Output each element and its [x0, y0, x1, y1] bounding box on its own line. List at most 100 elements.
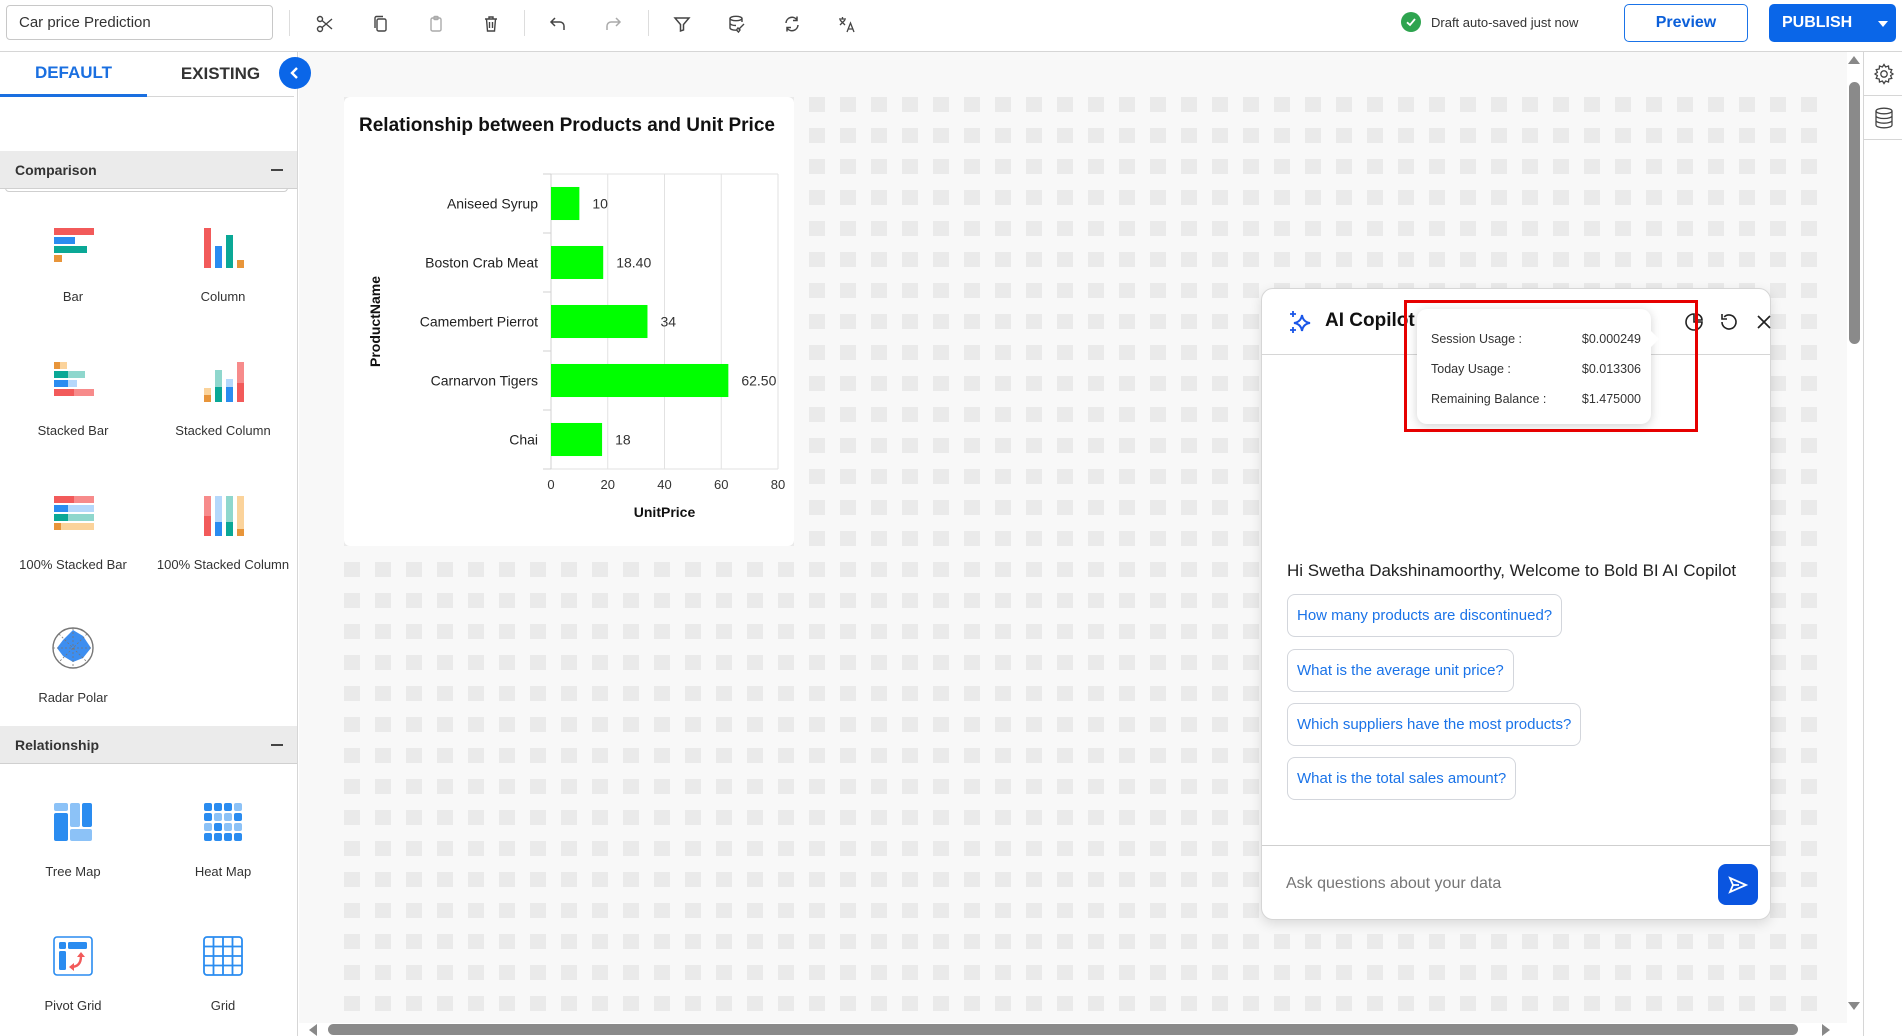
x-tick-label: 40: [657, 477, 671, 492]
widget-radar-polar[interactable]: Radar Polar: [3, 626, 143, 706]
data-source-button[interactable]: [1864, 96, 1902, 140]
usage-row-today: Today Usage : $0.013306: [1431, 362, 1641, 376]
dashboard-title-input[interactable]: [6, 5, 273, 40]
ask-question-input[interactable]: [1286, 866, 1706, 902]
toolbar-divider: [648, 10, 649, 36]
x-tick-label: 0: [547, 477, 554, 492]
sparkle-icon: [1290, 311, 1311, 333]
send-icon: [1728, 875, 1749, 894]
y-axis-title: ProductName: [367, 276, 383, 367]
cut-icon: [316, 15, 333, 33]
usage-label: Session Usage :: [1431, 332, 1523, 346]
toolbar-divider: [524, 10, 525, 36]
tab-default[interactable]: DEFAULT: [0, 52, 147, 97]
usage-value: $0.000249: [1581, 332, 1641, 346]
widget-column[interactable]: Column: [153, 225, 293, 305]
collapse-minus-icon[interactable]: [271, 169, 283, 171]
suggestion-chip[interactable]: Which suppliers have the most products?: [1287, 703, 1582, 746]
publish-button[interactable]: PUBLISH: [1769, 4, 1896, 42]
bar: [551, 422, 603, 457]
stacked-bar-icon: [54, 362, 94, 396]
y-tick-label: Boston Crab Meat: [425, 255, 538, 271]
data-label: 34: [660, 314, 676, 330]
undo-icon: [549, 17, 565, 30]
widget-pivot-grid[interactable]: Pivot Grid: [3, 934, 143, 1014]
usage-tooltip: Session Usage : $0.000249 Today Usage : …: [1417, 309, 1659, 424]
suggestion-chip[interactable]: What is the average unit price?: [1287, 649, 1514, 692]
paste-button[interactable]: [422, 10, 450, 38]
usage-label: Remaining Balance :: [1431, 392, 1547, 406]
widget-grid[interactable]: Grid: [153, 934, 293, 1014]
refresh-icon: [785, 16, 799, 32]
scroll-right-arrow-icon[interactable]: [1822, 1024, 1830, 1036]
send-button[interactable]: [1718, 864, 1758, 905]
gear-icon: [1873, 62, 1894, 85]
data-clean-icon: [729, 15, 745, 34]
widget-bar[interactable]: Bar: [3, 225, 143, 305]
filter-button[interactable]: [668, 10, 696, 38]
x-tick-label: 60: [714, 477, 728, 492]
translate-icon: [839, 17, 855, 33]
suggestion-chip[interactable]: How many products are discontinued?: [1287, 594, 1563, 637]
redo-icon: [606, 17, 622, 30]
suggestion-chip[interactable]: What is the total sales amount?: [1287, 757, 1517, 800]
collapse-sidebar-button[interactable]: [279, 57, 311, 89]
design-canvas[interactable]: Relationship between Products and Unit P…: [299, 52, 1847, 1023]
full-stacked-column-icon: [204, 496, 244, 536]
welcome-message: Hi Swetha Dakshinamoorthy, Welcome to Bo…: [1287, 561, 1737, 580]
data-label: 10: [592, 196, 608, 212]
chevron-down-icon[interactable]: [1878, 21, 1888, 27]
copy-button[interactable]: [367, 10, 395, 38]
section-title: Comparison: [15, 161, 97, 178]
scroll-left-arrow-icon[interactable]: [309, 1024, 317, 1036]
vertical-scrollbar-thumb[interactable]: [1849, 82, 1860, 344]
usage-value: $0.013306: [1581, 362, 1641, 376]
tab-existing[interactable]: EXISTING: [147, 52, 294, 97]
properties-rail: [1863, 52, 1902, 1036]
x-tick-label: 80: [771, 477, 785, 492]
usage-icon[interactable]: [1683, 311, 1705, 333]
y-tick-label: Carnarvon Tigers: [431, 373, 538, 389]
draft-status-text: Draft auto-saved just now: [1431, 14, 1579, 30]
bar: [551, 363, 729, 398]
delete-icon: [485, 16, 497, 32]
refresh-button[interactable]: [778, 10, 806, 38]
bar-chart-icon: [54, 228, 94, 262]
scroll-up-arrow-icon[interactable]: [1848, 56, 1860, 64]
delete-button[interactable]: [477, 10, 505, 38]
scroll-down-arrow-icon[interactable]: [1848, 1002, 1860, 1010]
draft-status: Draft auto-saved just now: [1401, 12, 1578, 32]
reset-icon[interactable]: [1718, 311, 1740, 333]
widget-tree-map[interactable]: Tree Map: [3, 800, 143, 880]
data-label: 18.40: [616, 255, 651, 271]
widget-100-stacked-column[interactable]: 100% Stacked Column: [153, 493, 293, 573]
section-comparison[interactable]: Comparison: [0, 151, 297, 189]
redo-button[interactable]: [599, 10, 627, 38]
section-title: Relationship: [15, 736, 100, 753]
radar-polar-icon: [52, 627, 94, 669]
settings-button[interactable]: [1864, 52, 1902, 96]
collapse-minus-icon[interactable]: [271, 744, 283, 746]
x-axis-title: UnitPrice: [634, 504, 696, 520]
widget-100-stacked-bar[interactable]: 100% Stacked Bar: [3, 493, 143, 573]
chart-widget[interactable]: Relationship between Products and Unit P…: [344, 97, 794, 546]
toolbar: Draft auto-saved just now Preview PUBLIS…: [0, 0, 1902, 52]
preview-button[interactable]: Preview: [1624, 4, 1748, 42]
close-icon[interactable]: [1753, 311, 1775, 333]
translate-button[interactable]: [833, 10, 861, 38]
data-clean-button[interactable]: [723, 10, 751, 38]
usage-row-balance: Remaining Balance : $1.475000: [1431, 392, 1641, 406]
widget-heat-map[interactable]: Heat Map: [153, 800, 293, 880]
widget-stacked-bar[interactable]: Stacked Bar: [3, 359, 143, 439]
database-icon: [1874, 107, 1893, 128]
cut-button[interactable]: [311, 10, 339, 38]
horizontal-scrollbar-thumb[interactable]: [328, 1024, 1798, 1035]
y-tick-label: Chai: [509, 432, 538, 448]
bar: [551, 186, 580, 221]
chevron-left-icon: [290, 67, 298, 79]
paste-icon: [430, 15, 442, 32]
widget-stacked-column[interactable]: Stacked Column: [153, 359, 293, 439]
bar: [551, 304, 648, 339]
section-relationship[interactable]: Relationship: [0, 726, 297, 764]
undo-button[interactable]: [544, 10, 572, 38]
